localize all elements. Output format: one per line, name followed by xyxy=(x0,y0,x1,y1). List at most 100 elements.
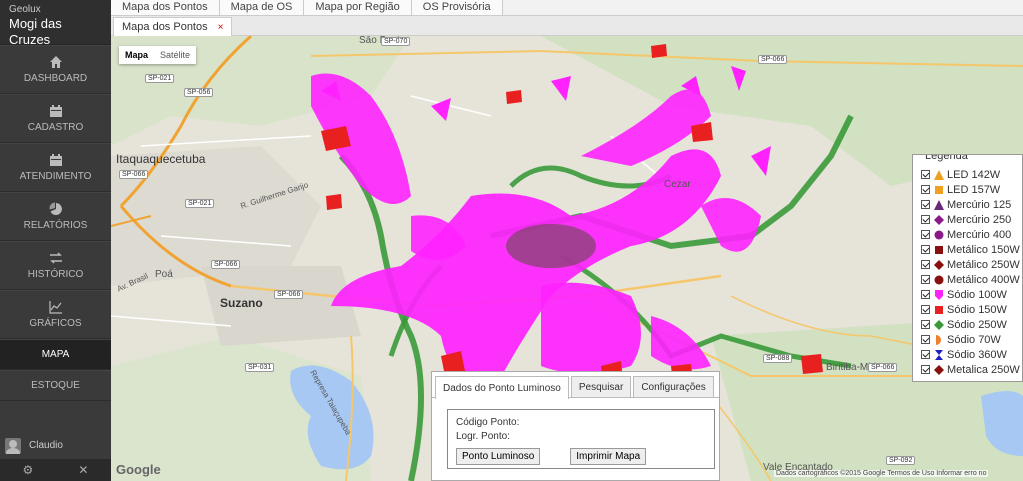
top-tabs: Mapa dos Pontos Mapa de OS Mapa por Regi… xyxy=(111,0,1023,16)
legend-checkbox[interactable] xyxy=(921,230,930,239)
brand-city: Mogi das Cruzes xyxy=(9,16,62,47)
sidebar-item-label: CADASTRO xyxy=(27,122,84,133)
legend-label: Mercúrio 125 xyxy=(947,198,1012,211)
road-shield: SP-088 xyxy=(763,354,793,363)
gear-icon[interactable]: ⚙ xyxy=(23,463,34,477)
sidebar-item-label: DASHBOARD xyxy=(23,73,88,84)
map-label: Suzano xyxy=(220,296,263,310)
sidebar-item-label: ATENDIMENTO xyxy=(19,171,92,182)
legend-symbol-icon xyxy=(934,199,944,210)
road-shield: SP-066 xyxy=(274,290,304,299)
legend-label: Metálico 400W xyxy=(947,273,1020,286)
map-attribution[interactable]: Dados cartográficos ©2015 Google Termos … xyxy=(774,470,989,477)
legend-checkbox[interactable] xyxy=(921,185,930,194)
logr-ponto-label: Logr. Ponto: xyxy=(456,431,510,442)
calendar-icon xyxy=(49,153,63,167)
legend-checkbox[interactable] xyxy=(921,320,930,329)
legend-checkbox[interactable] xyxy=(921,305,930,314)
legend-checkbox[interactable] xyxy=(921,200,930,209)
sidebar-item-mapa[interactable]: MAPA xyxy=(0,339,111,370)
legend-checkbox[interactable] xyxy=(921,215,930,224)
sidebar-item-label: RELATÓRIOS xyxy=(23,220,88,231)
sidebar-bottom-bar: ⚙ ✕ xyxy=(0,459,111,481)
sidebar-item-label: GRÁFICOS xyxy=(29,318,82,329)
sidebar: Geolux Mogi das Cruzes DASHBOARD CADASTR… xyxy=(0,0,111,481)
legend-label: LED 142W xyxy=(947,168,1001,181)
legend-checkbox[interactable] xyxy=(921,170,930,179)
sidebar-item-atendimento[interactable]: ATENDIMENTO xyxy=(0,143,111,192)
close-tab-icon[interactable]: × xyxy=(218,22,224,33)
legend-symbol-icon xyxy=(934,185,944,195)
legend-item: Sódio 100W xyxy=(921,287,1022,302)
road-shield: SP-031 xyxy=(245,363,275,372)
legend-symbol-icon xyxy=(934,214,944,225)
map-type-satellite-button[interactable]: Satélite xyxy=(154,46,196,64)
sidebar-item-cadastro[interactable]: CADASTRO xyxy=(0,94,111,143)
legend-item: Sódio 250W xyxy=(921,317,1022,332)
legend-symbol-icon xyxy=(934,230,944,240)
legend-symbol-icon xyxy=(934,364,944,375)
avatar xyxy=(5,437,21,454)
legend-item: LED 142W xyxy=(921,167,1022,182)
sidebar-item-label: ESTOQUE xyxy=(31,380,80,391)
legend-checkbox[interactable] xyxy=(921,260,930,269)
legend-label: Mercúrio 400 xyxy=(947,228,1012,241)
tab-mapa-por-regiao[interactable]: Mapa por Região xyxy=(304,0,412,15)
imprimir-mapa-button[interactable]: Imprimir Mapa xyxy=(570,448,647,465)
legend-symbol-icon xyxy=(934,334,944,345)
open-tab-label: Mapa dos Pontos xyxy=(122,21,208,33)
user-info[interactable]: Claudio xyxy=(0,432,111,459)
road-shield: SP-021 xyxy=(145,74,175,83)
panel-content: Código Ponto: Logr. Ponto: Ponto Luminos… xyxy=(447,409,715,469)
sidebar-item-dashboard[interactable]: DASHBOARD xyxy=(0,45,111,94)
legend-item: Mercúrio 125 xyxy=(921,197,1022,212)
legend-checkbox[interactable] xyxy=(921,350,930,359)
panel-tabs: Dados do Ponto Luminoso Pesquisar Config… xyxy=(432,372,719,399)
open-tabs-bar: Mapa dos Pontos × xyxy=(111,16,1023,36)
tab-pesquisar[interactable]: Pesquisar xyxy=(570,376,632,397)
sidebar-item-relatorios[interactable]: RELATÓRIOS xyxy=(0,192,111,241)
legend-item: Metálico 150W xyxy=(921,242,1022,257)
close-icon[interactable]: ✕ xyxy=(78,463,88,477)
map-type-control: Mapa Satélite xyxy=(119,46,197,64)
legend-label: Sódio 360W xyxy=(947,348,1007,361)
google-logo: Google xyxy=(116,462,161,477)
road-shield: SP-066 xyxy=(119,170,149,179)
user-name: Claudio xyxy=(29,440,63,451)
codigo-ponto-label: Código Ponto: xyxy=(456,417,520,428)
legend-checkbox[interactable] xyxy=(921,335,930,344)
brand-company: Geolux xyxy=(9,4,41,15)
sidebar-item-label: HISTÓRICO xyxy=(27,269,84,280)
info-panel: Dados do Ponto Luminoso Pesquisar Config… xyxy=(431,371,720,481)
road-shield: SP-092 xyxy=(886,456,916,465)
legend-symbol-icon xyxy=(934,349,944,360)
legend-panel: Legenda LED 142W LED 157W Mercúrio 125 Merc… xyxy=(912,154,1023,382)
sidebar-item-estoque[interactable]: ESTOQUE xyxy=(0,370,111,401)
road-shield: SP-066 xyxy=(758,55,788,64)
tab-mapa-dos-pontos[interactable]: Mapa dos Pontos xyxy=(111,0,220,15)
legend-checkbox[interactable] xyxy=(921,275,930,284)
calendar-icon xyxy=(49,104,63,118)
ponto-luminoso-button[interactable]: Ponto Luminoso xyxy=(456,448,541,465)
open-tab[interactable]: Mapa dos Pontos × xyxy=(113,17,233,36)
tab-mapa-de-os[interactable]: Mapa de OS xyxy=(219,0,305,15)
road-shield: SP-021 xyxy=(185,199,215,208)
tab-dados-ponto[interactable]: Dados do Ponto Luminoso xyxy=(435,376,569,399)
brand: Geolux Mogi das Cruzes xyxy=(0,0,111,47)
legend-checkbox[interactable] xyxy=(921,365,930,374)
sidebar-item-graficos[interactable]: GRÁFICOS xyxy=(0,290,111,339)
legend-symbol-icon xyxy=(934,259,944,270)
road-shield: SP-056 xyxy=(184,88,214,97)
map-type-map-button[interactable]: Mapa xyxy=(119,46,154,64)
tab-configuracoes[interactable]: Configurações xyxy=(633,376,714,397)
legend-title: Legenda xyxy=(923,155,970,162)
legend-symbol-icon xyxy=(934,305,944,315)
sidebar-item-historico[interactable]: HISTÓRICO xyxy=(0,241,111,290)
legend-label: Metálico 150W xyxy=(947,243,1020,256)
legend-label: Metálico 250W xyxy=(947,258,1020,271)
legend-item: Sódio 150W xyxy=(921,302,1022,317)
legend-checkbox[interactable] xyxy=(921,245,930,254)
tab-os-provisoria[interactable]: OS Provisória xyxy=(411,0,503,15)
legend-item: Mercúrio 400 xyxy=(921,227,1022,242)
legend-checkbox[interactable] xyxy=(921,290,930,299)
